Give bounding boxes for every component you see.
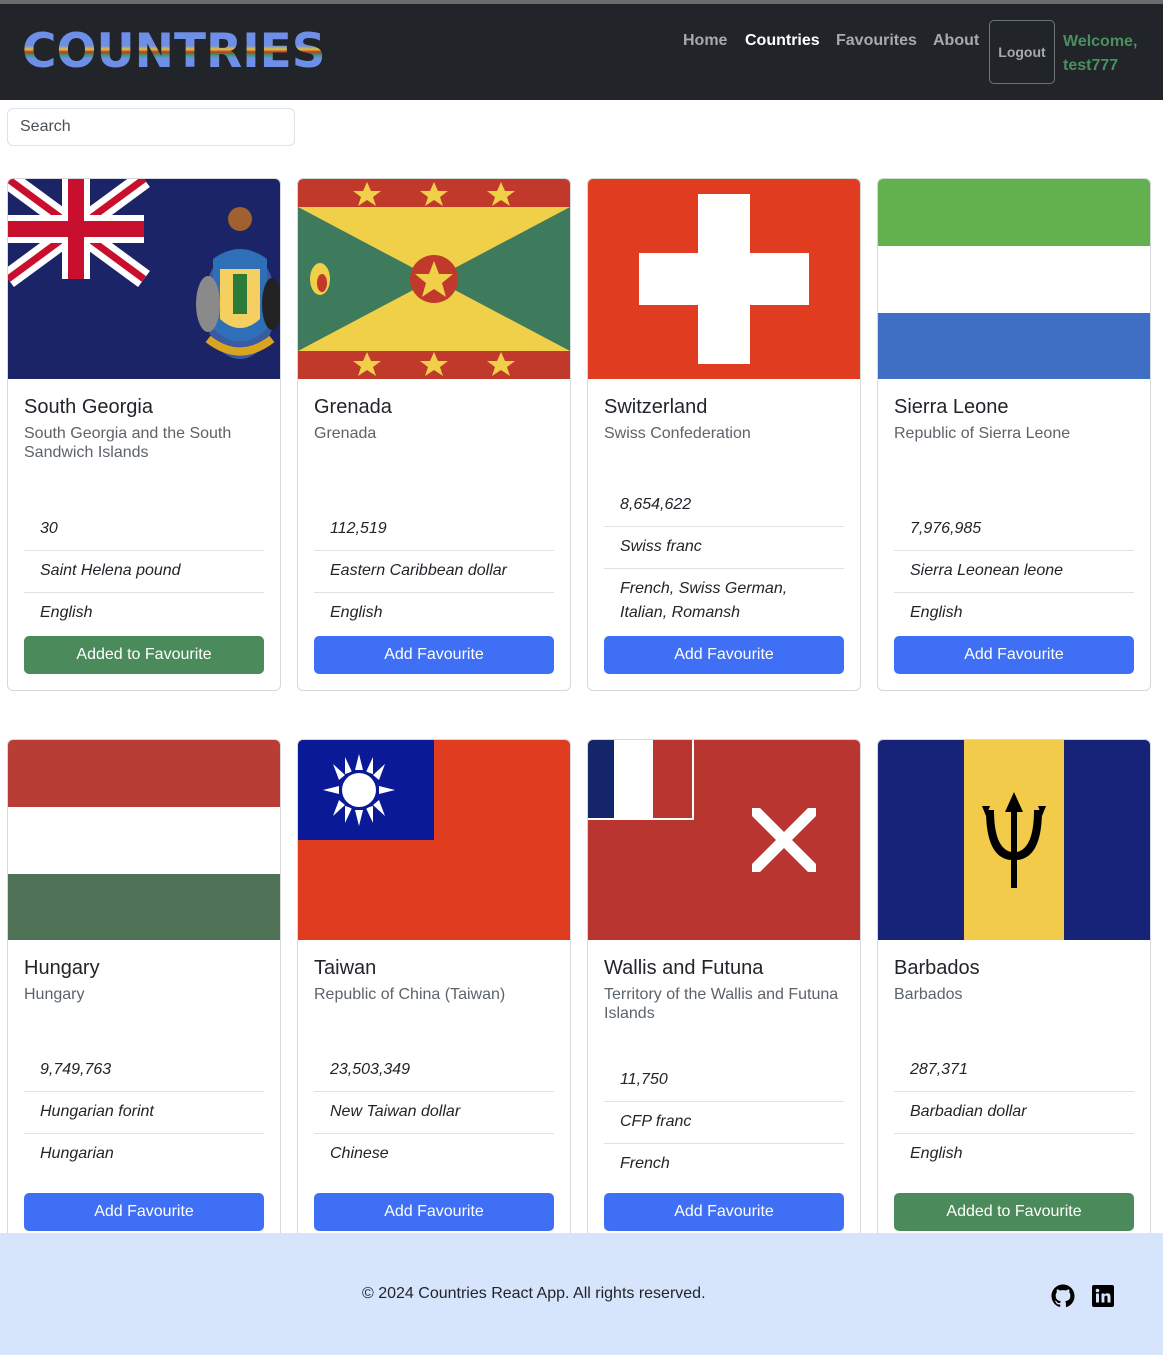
official-name: Republic of China (Taiwan) [314, 986, 506, 1003]
navbar: COUNTRIES Home Countries Favourites Abou… [0, 4, 1163, 100]
country-card: Hungary Hungary 9,749,763 Hungarian fori… [7, 739, 281, 1233]
barbados-flag[interactable] [878, 740, 1150, 940]
country-name: Taiwan [314, 957, 377, 979]
country-name: Sierra Leone [894, 396, 1009, 418]
country-name: South Georgia [24, 396, 153, 418]
languages-value: Hungarian [40, 1145, 114, 1162]
nav-countries[interactable]: Countries [745, 32, 820, 50]
languages-value: Chinese [330, 1145, 389, 1162]
country-name: Wallis and Futuna [604, 957, 764, 979]
languages-value: French [620, 1155, 670, 1172]
country-name: Switzerland [604, 396, 708, 418]
search-input[interactable] [7, 108, 295, 146]
footer: © 2024 Countries React App. All rights r… [0, 1233, 1163, 1355]
official-name: Territory of the Wallis and Futuna Islan… [604, 986, 839, 1022]
population-value: 287,371 [894, 1050, 1134, 1092]
currency-value: Saint Helena pound [24, 551, 264, 593]
official-name: Swiss Confederation [604, 425, 751, 442]
population-value: 7,976,985 [894, 509, 1134, 551]
sierra-leone-flag[interactable] [878, 179, 1150, 379]
country-details: 8,654,622 Swiss franc French, Swiss Germ… [604, 485, 844, 634]
languages-value: English [330, 604, 383, 621]
country-details: 30 Saint Helena pound English [24, 509, 264, 634]
country-details: 112,519 Eastern Caribbean dollar English [314, 509, 554, 634]
github-icon[interactable] [1051, 1284, 1075, 1308]
nav-favourites[interactable]: Favourites [836, 32, 917, 50]
hungary-flag[interactable] [8, 740, 280, 940]
grenada-flag[interactable] [298, 179, 570, 379]
currency-value: Swiss franc [604, 527, 844, 569]
wallis-futuna-flag[interactable] [588, 740, 860, 940]
population-value: 9,749,763 [24, 1050, 264, 1092]
population-value: 112,519 [314, 509, 554, 551]
add-favourite-button[interactable]: Add Favourite [604, 1193, 844, 1231]
currency-value: Hungarian forint [24, 1092, 264, 1134]
official-name: Barbados [894, 986, 963, 1003]
population-value: 8,654,622 [604, 485, 844, 527]
country-card: Sierra Leone Republic of Sierra Leone 7,… [877, 178, 1151, 691]
country-details: 287,371 Barbadian dollar English [894, 1050, 1134, 1175]
welcome-text: Welcome, test777 [1063, 33, 1138, 74]
add-favourite-button[interactable]: Add Favourite [604, 636, 844, 674]
added-favourite-button[interactable]: Added to Favourite [894, 1193, 1134, 1231]
official-name: Grenada [314, 425, 377, 442]
currency-value: Eastern Caribbean dollar [314, 551, 554, 593]
languages-value: English [910, 1145, 963, 1162]
added-favourite-button[interactable]: Added to Favourite [24, 636, 264, 674]
country-details: 7,976,985 Sierra Leonean leone English [894, 509, 1134, 634]
population-value: 11,750 [604, 1060, 844, 1102]
nav-home[interactable]: Home [683, 32, 727, 50]
add-favourite-button[interactable]: Add Favourite [894, 636, 1134, 674]
country-name: Grenada [314, 396, 392, 418]
languages-value: English [910, 604, 963, 621]
country-card: Barbados Barbados 287,371 Barbadian doll… [877, 739, 1151, 1233]
linkedin-icon[interactable] [1091, 1284, 1115, 1308]
currency-value: Sierra Leonean leone [894, 551, 1134, 593]
add-favourite-button[interactable]: Add Favourite [314, 1193, 554, 1231]
official-name: South Georgia and the South Sandwich Isl… [24, 425, 232, 461]
country-name: Barbados [894, 957, 980, 979]
switzerland-flag[interactable] [588, 179, 860, 379]
country-name: Hungary [24, 957, 100, 979]
logout-button[interactable]: Logout [989, 20, 1055, 84]
currency-value: Barbadian dollar [894, 1092, 1134, 1134]
copyright-text: © 2024 Countries React App. All rights r… [362, 1285, 706, 1302]
country-details: 11,750 CFP franc French [604, 1060, 844, 1185]
languages-value: English [40, 604, 93, 621]
official-name: Republic of Sierra Leone [894, 425, 1071, 442]
taiwan-flag[interactable] [298, 740, 570, 940]
population-value: 23,503,349 [314, 1050, 554, 1092]
official-name: Hungary [24, 986, 85, 1003]
country-card: Wallis and Futuna Territory of the Walli… [587, 739, 861, 1233]
languages-value: French, Swiss German, Italian, Romansh [620, 580, 788, 621]
currency-value: New Taiwan dollar [314, 1092, 554, 1134]
country-details: 23,503,349 New Taiwan dollar Chinese [314, 1050, 554, 1175]
south-georgia-flag[interactable] [8, 179, 280, 379]
country-card: Taiwan Republic of China (Taiwan) 23,503… [297, 739, 571, 1233]
population-value: 30 [24, 509, 264, 551]
country-card: Switzerland Swiss Confederation 8,654,62… [587, 178, 861, 691]
add-favourite-button[interactable]: Add Favourite [24, 1193, 264, 1231]
country-card: Grenada Grenada 112,519 Eastern Caribbea… [297, 178, 571, 691]
country-details: 9,749,763 Hungarian forint Hungarian [24, 1050, 264, 1175]
nav-about[interactable]: About [933, 32, 979, 50]
currency-value: CFP franc [604, 1102, 844, 1144]
brand-logo[interactable]: COUNTRIES [22, 26, 326, 78]
country-card: South Georgia South Georgia and the Sout… [7, 178, 281, 691]
add-favourite-button[interactable]: Add Favourite [314, 636, 554, 674]
